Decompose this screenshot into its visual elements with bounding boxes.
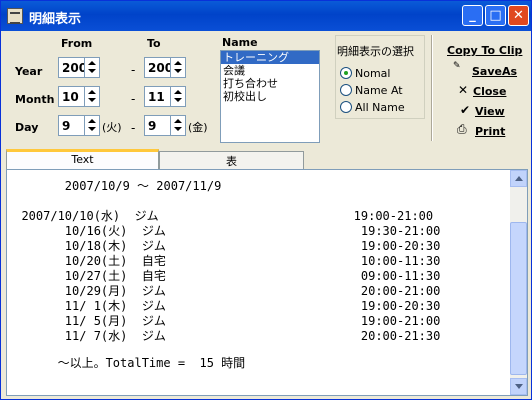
vertical-scrollbar[interactable] [510, 170, 527, 395]
from-label: From [61, 37, 93, 50]
to-day-stepper[interactable]: 9 [144, 115, 186, 136]
name-list-item[interactable]: 打ち合わせ [221, 77, 319, 90]
from-month-spin-arrows[interactable] [84, 87, 99, 106]
window: 明細表示 _ □ ✕ From To Name Year Month Day 2… [0, 0, 532, 400]
to-month-value: 11 [148, 90, 165, 104]
name-label: Name [222, 36, 258, 49]
detail-text-area[interactable]: 2007/10/9 ～ 2007/11/9 2007/10/10(水) ジム 1… [6, 169, 528, 396]
display-option-title: 明細表示の選択 [337, 45, 414, 58]
scroll-down-button[interactable] [510, 378, 527, 395]
close-window-button[interactable]: ✕ [508, 5, 529, 26]
saveas-icon: ✎ [453, 61, 461, 71]
title-bar[interactable]: 明細表示 _ □ ✕ [1, 1, 531, 31]
to-day-spin-arrows[interactable] [170, 116, 185, 135]
view-button[interactable]: View [475, 105, 505, 118]
name-listbox[interactable]: トレーニング 会議 打ち合わせ 初校出し [220, 50, 320, 143]
scroll-thumb[interactable] [510, 222, 527, 375]
radio-all-name-label[interactable]: All Name [355, 101, 405, 114]
to-month-stepper[interactable]: 11 [144, 86, 186, 107]
to-month-spin-arrows[interactable] [170, 87, 185, 106]
year-dash: - [131, 63, 136, 77]
close-button[interactable]: Close [473, 85, 506, 98]
radio-name-at[interactable] [340, 84, 352, 96]
tab-table[interactable]: 表 [159, 151, 304, 170]
month-dash: - [131, 92, 136, 106]
to-year-spin-arrows[interactable] [170, 58, 185, 77]
from-day-of-week: (火) [102, 121, 122, 134]
radio-nomal-label[interactable]: Nomal [355, 67, 390, 80]
scroll-up-button[interactable] [510, 170, 527, 187]
from-day-value: 9 [62, 119, 71, 133]
window-title: 明細表示 [29, 12, 82, 27]
name-list-item[interactable]: トレーニング [221, 51, 319, 64]
radio-nomal[interactable] [340, 67, 352, 79]
text-line: ～以上。TotalTime = 15 時間 [7, 356, 246, 370]
month-label: Month [15, 93, 55, 106]
toolbar-divider [431, 35, 433, 141]
name-list-item[interactable]: 会議 [221, 64, 319, 77]
text-line: 11/ 7(水) ジム 20:00-21:30 [7, 329, 441, 343]
from-day-stepper[interactable]: 9 [58, 115, 100, 136]
to-year-stepper[interactable]: 2007 [144, 57, 186, 78]
day-label: Day [15, 121, 39, 134]
minimize-button[interactable]: _ [462, 5, 483, 26]
printer-icon: ⎙ [457, 122, 467, 136]
from-day-spin-arrows[interactable] [84, 116, 99, 135]
radio-name-at-label[interactable]: Name At [355, 84, 403, 97]
app-icon [7, 8, 23, 24]
text-line: 2007/10/9 ～ 2007/11/9 [7, 179, 222, 193]
from-month-stepper[interactable]: 10 [58, 86, 100, 107]
saveas-button[interactable]: SaveAs [472, 65, 517, 78]
maximize-button[interactable]: □ [485, 5, 506, 26]
close-icon: ✕ [458, 83, 469, 97]
year-label: Year [15, 65, 43, 78]
day-dash: - [131, 121, 136, 135]
print-button[interactable]: Print [475, 125, 505, 138]
from-month-value: 10 [62, 90, 79, 104]
name-list-item[interactable]: 初校出し [221, 90, 319, 103]
to-day-of-week: (金) [188, 121, 208, 134]
to-label: To [147, 37, 161, 50]
radio-all-name[interactable] [340, 101, 352, 113]
check-icon: ✔ [460, 103, 471, 117]
from-year-stepper[interactable]: 2007 [58, 57, 100, 78]
to-day-value: 9 [148, 119, 157, 133]
tab-text[interactable]: Text [6, 149, 159, 170]
from-year-spin-arrows[interactable] [84, 58, 99, 77]
copy-to-clip-button[interactable]: Copy To Clip [447, 44, 522, 57]
